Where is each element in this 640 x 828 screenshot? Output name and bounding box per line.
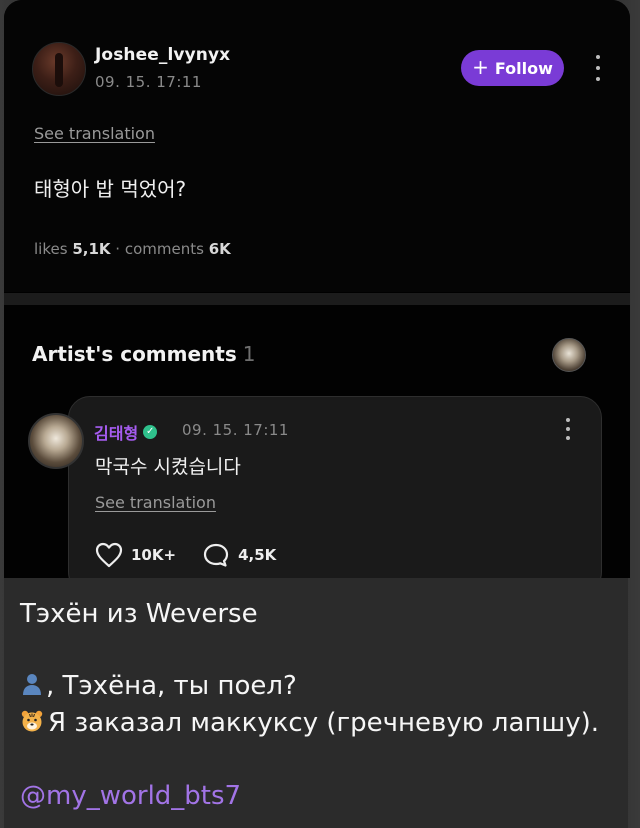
artist-avatar-small[interactable]: [552, 338, 586, 372]
comment-actions: 10K+ 4,5K: [95, 542, 302, 568]
section-divider: [4, 293, 630, 305]
comment-bubble-icon[interactable]: [202, 542, 230, 568]
tiger-face-icon: [21, 710, 43, 732]
post-username[interactable]: Joshee_lvynyx: [95, 45, 230, 65]
verified-badge-icon: ✓: [143, 425, 158, 439]
caption-answer-line: Я заказал маккуксу (гречневую лапшу).: [20, 706, 610, 741]
artist-comments-title: Artist's comments 1: [32, 342, 256, 366]
plus-icon: +: [472, 55, 489, 79]
comment-author-name: 김태형: [94, 424, 139, 443]
comment-more-options-icon[interactable]: [565, 418, 571, 440]
comment-replies-count: 4,5K: [238, 546, 277, 564]
likes-count: 5,1K: [72, 240, 111, 258]
caption-title: Тэхён из Weverse: [20, 599, 258, 629]
post-text: 태형아 밥 먹었어?: [34, 177, 187, 201]
comment-timestamp: 09. 15. 17:11: [182, 421, 289, 439]
caption-answer-text: Я заказал маккуксу (гречневую лапшу).: [48, 708, 600, 738]
comment-likes-count: 10K+: [131, 546, 177, 564]
comment-text: 막국수 시켰습니다: [95, 456, 241, 478]
comment-author[interactable]: 김태형 ✓: [94, 420, 158, 444]
caption-question-line: , Тэхёна, ты поел?: [20, 671, 297, 701]
post-see-translation-link[interactable]: See translation: [34, 124, 155, 143]
channel-link[interactable]: @my_world_bts7: [20, 781, 241, 811]
person-silhouette-icon: [23, 674, 41, 695]
comment-author-avatar[interactable]: [28, 413, 84, 469]
post-card: Joshee_lvynyx 09. 15. 17:11 + Follow See…: [4, 0, 630, 292]
likes-label: likes: [34, 240, 68, 258]
more-options-icon[interactable]: [595, 55, 601, 81]
artist-comments-title-text: Artist's comments: [32, 342, 237, 366]
artist-comments-count: 1: [242, 342, 256, 366]
comments-label: comments: [124, 240, 204, 258]
weverse-screenshot: Joshee_lvynyx 09. 15. 17:11 + Follow See…: [4, 0, 630, 578]
stats-separator: ·: [115, 240, 121, 258]
screen: Joshee_lvynyx 09. 15. 17:11 + Follow See…: [0, 0, 640, 828]
artist-comments-section: Artist's comments 1 김태형 ✓ 09. 15. 17:11 막…: [4, 305, 630, 578]
post-stats: likes 5,1K · comments 6K: [34, 240, 231, 258]
user-avatar[interactable]: [32, 42, 86, 96]
post-timestamp: 09. 15. 17:11: [95, 73, 202, 91]
comment-see-translation-link[interactable]: See translation: [95, 493, 216, 512]
message-caption: Тэхён из Weverse , Тэхёна, ты поел? Я за…: [4, 578, 628, 828]
follow-label: Follow: [494, 58, 553, 78]
caption-question-text: , Тэхёна, ты поел?: [46, 671, 297, 701]
comments-count: 6K: [208, 240, 231, 258]
heart-icon[interactable]: [95, 542, 123, 568]
follow-button[interactable]: + Follow: [461, 50, 564, 86]
